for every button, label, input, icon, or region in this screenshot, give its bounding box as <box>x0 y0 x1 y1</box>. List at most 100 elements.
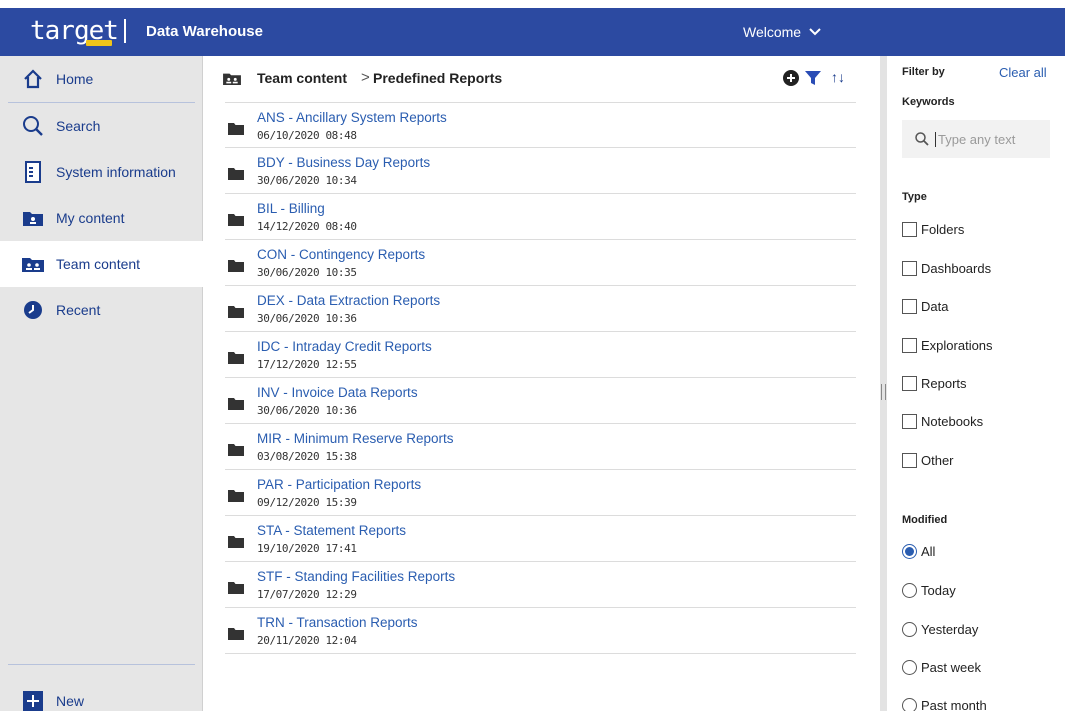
radio-label: Today <box>921 583 956 598</box>
radio-label: All <box>921 544 936 559</box>
keyword-search-box[interactable] <box>902 120 1050 158</box>
checkbox[interactable] <box>902 453 917 468</box>
list-item[interactable]: DEX - Data Extraction Reports 30/06/2020 … <box>225 286 856 332</box>
report-title[interactable]: DEX - Data Extraction Reports <box>257 293 440 308</box>
sidebar-item-system-information[interactable]: System information <box>0 149 203 195</box>
system-information-icon <box>22 161 44 183</box>
sidebar-item-my-content[interactable]: My content <box>0 195 203 241</box>
report-title[interactable]: STF - Standing Facilities Reports <box>257 569 455 584</box>
list-item[interactable]: BDY - Business Day Reports 30/06/2020 10:… <box>225 148 856 194</box>
report-title[interactable]: ANS - Ancillary System Reports <box>257 110 447 125</box>
type-checkbox-explorations[interactable]: Explorations <box>902 338 993 353</box>
sidebar-item-home[interactable]: Home <box>0 56 203 102</box>
radio[interactable] <box>902 660 917 675</box>
folder-icon <box>228 305 244 323</box>
breadcrumb-team-content[interactable]: Team content <box>257 70 347 86</box>
folder-icon <box>228 535 244 553</box>
report-title[interactable]: INV - Invoice Data Reports <box>257 385 418 400</box>
report-title[interactable]: BDY - Business Day Reports <box>257 155 430 170</box>
folder-icon <box>228 443 244 461</box>
top-strip <box>0 0 1065 8</box>
report-date: 06/10/2020 08:48 <box>257 129 357 142</box>
report-date: 09/12/2020 15:39 <box>257 496 357 509</box>
report-date: 14/12/2020 08:40 <box>257 220 357 233</box>
report-title[interactable]: PAR - Participation Reports <box>257 477 421 492</box>
checkbox[interactable] <box>902 376 917 391</box>
list-item[interactable]: CON - Contingency Reports 30/06/2020 10:3… <box>225 240 856 286</box>
radio-label: Yesterday <box>921 622 979 637</box>
sidebar-item-label: Home <box>56 71 94 87</box>
report-title[interactable]: TRN - Transaction Reports <box>257 615 418 630</box>
welcome-menu[interactable]: Welcome <box>743 24 821 40</box>
report-title[interactable]: STA - Statement Reports <box>257 523 406 538</box>
report-title[interactable]: CON - Contingency Reports <box>257 247 425 262</box>
checkbox-label: Explorations <box>921 338 993 353</box>
type-checkbox-data[interactable]: Data <box>902 299 948 314</box>
list-item[interactable]: TRN - Transaction Reports 20/11/2020 12:0… <box>225 608 856 654</box>
modified-radio-yesterday[interactable]: Yesterday <box>902 622 978 637</box>
modified-radio-today[interactable]: Today <box>902 583 956 598</box>
list-item[interactable]: ANS - Ancillary System Reports 06/10/2020… <box>225 102 856 148</box>
report-title[interactable]: BIL - Billing <box>257 201 325 216</box>
add-icon[interactable] <box>783 70 799 91</box>
sidebar-item-recent[interactable]: Recent <box>0 287 203 333</box>
radio-selected[interactable] <box>902 544 917 559</box>
type-checkbox-notebooks[interactable]: Notebooks <box>902 414 983 429</box>
new-button[interactable]: New <box>0 678 203 711</box>
folder-icon <box>228 122 244 140</box>
modified-radio-past-month[interactable]: Past month <box>902 698 987 711</box>
radio[interactable] <box>902 622 917 637</box>
app-header: target Data Warehouse Welcome <box>0 8 1065 56</box>
filter-panel: Filter by Clear all Keywords Type Folder… <box>887 56 1065 711</box>
keywords-label: Keywords <box>902 96 955 108</box>
checkbox-label: Other <box>921 453 954 468</box>
list-item[interactable]: BIL - Billing 14/12/2020 08:40 <box>225 194 856 240</box>
recent-icon <box>22 299 44 321</box>
report-date: 03/08/2020 15:38 <box>257 450 357 463</box>
folder-icon <box>228 259 244 277</box>
divider <box>8 664 195 665</box>
checkbox-label: Notebooks <box>921 414 984 429</box>
clear-all-link[interactable]: Clear all <box>999 65 1047 80</box>
list-item[interactable]: STF - Standing Facilities Reports 17/07/2… <box>225 562 856 608</box>
sidebar-item-label: System information <box>56 164 176 180</box>
modified-radio-all[interactable]: All <box>902 544 935 559</box>
filter-icon[interactable] <box>805 70 821 91</box>
type-checkbox-folders[interactable]: Folders <box>902 222 964 237</box>
logo-divider <box>123 19 126 43</box>
checkbox-label: Data <box>921 299 949 314</box>
checkbox[interactable] <box>902 338 917 353</box>
radio[interactable] <box>902 583 917 598</box>
checkbox[interactable] <box>902 222 917 237</box>
sidebar-item-search[interactable]: Search <box>0 103 203 149</box>
type-checkbox-reports[interactable]: Reports <box>902 376 967 391</box>
list-item[interactable]: STA - Statement Reports 19/10/2020 17:41 <box>225 516 856 562</box>
breadcrumb-current: Predefined Reports <box>373 70 503 86</box>
list-item[interactable]: PAR - Participation Reports 09/12/2020 15… <box>225 470 856 516</box>
sidebar-item-team-content[interactable]: Team content <box>0 241 203 287</box>
new-label: New <box>56 693 85 709</box>
list-item[interactable]: IDC - Intraday Credit Reports 17/12/2020 … <box>225 332 856 378</box>
folder-icon <box>228 397 244 415</box>
type-checkbox-other[interactable]: Other <box>902 453 954 468</box>
checkbox[interactable] <box>902 299 917 314</box>
target-logo[interactable]: target <box>30 18 126 46</box>
chevron-down-icon <box>809 28 821 36</box>
splitter-grip[interactable] <box>881 384 886 400</box>
modified-radio-past-week[interactable]: Past week <box>902 660 981 675</box>
report-title[interactable]: IDC - Intraday Credit Reports <box>257 339 432 354</box>
checkbox[interactable] <box>902 261 917 276</box>
folder-icon <box>228 581 244 599</box>
keyword-search-input[interactable] <box>935 131 1045 147</box>
app-title: Data Warehouse <box>146 23 263 40</box>
report-title[interactable]: MIR - Minimum Reserve Reports <box>257 431 454 446</box>
list-item[interactable]: MIR - Minimum Reserve Reports 03/08/2020 … <box>225 424 856 470</box>
list-item[interactable]: INV - Invoice Data Reports 30/06/2020 10:… <box>225 378 856 424</box>
sort-icon[interactable]: ↑↓ <box>831 69 845 85</box>
radio[interactable] <box>902 698 917 711</box>
checkbox[interactable] <box>902 414 917 429</box>
radio-label: Past month <box>921 698 987 711</box>
checkbox-label: Folders <box>921 222 965 237</box>
main-content: Team content > Predefined Reports ↑↓ ANS… <box>203 56 880 711</box>
type-checkbox-dashboards[interactable]: Dashboards <box>902 261 991 276</box>
